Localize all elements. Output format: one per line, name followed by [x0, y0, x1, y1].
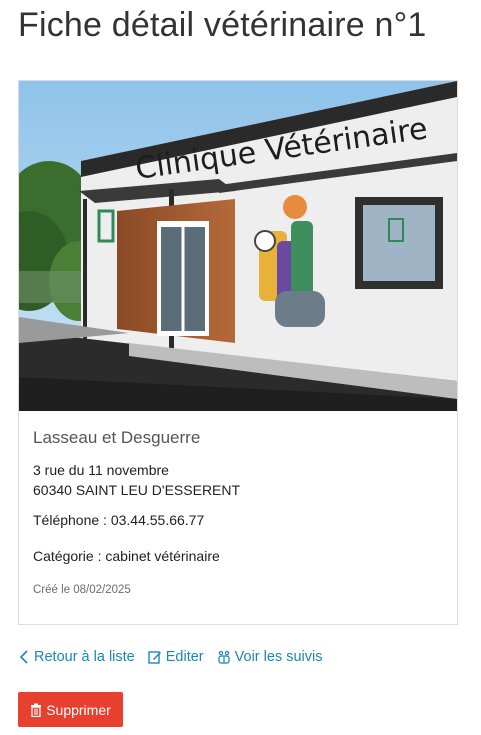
clinic-photo: Clinique Vétérinaire	[19, 81, 457, 411]
delete-label: Supprimer	[46, 701, 111, 718]
trash-icon	[30, 703, 42, 717]
vet-address: 3 rue du 11 novembre 60340 SAINT LEU D'E…	[33, 460, 447, 500]
edit-link[interactable]: Editer	[148, 649, 204, 665]
pets-icon	[217, 650, 231, 664]
view-followups-label: Voir les suivis	[234, 649, 323, 665]
page-title: Fiche détail vétérinaire n°1	[18, 6, 427, 44]
vet-name: Lasseau et Desguerre	[33, 428, 201, 447]
edit-label: Editer	[165, 649, 204, 665]
created-date: Créé le 08/02/2025	[33, 584, 131, 596]
edit-icon	[148, 650, 162, 664]
vet-category: Catégorie : cabinet vétérinaire	[33, 548, 220, 564]
delete-button[interactable]: Supprimer	[18, 692, 123, 727]
vet-card: Clinique Vétérinaire Lasseau et Desguerr…	[18, 80, 458, 625]
back-to-list-link[interactable]: Retour à la liste	[18, 649, 135, 665]
address-line-2: 60340 SAINT LEU D'ESSERENT	[33, 482, 241, 498]
actions-bar: Retour à la liste Editer Voir les suivis	[18, 649, 335, 665]
back-to-list-label: Retour à la liste	[34, 649, 135, 665]
address-line-1: 3 rue du 11 novembre	[33, 462, 169, 478]
vet-details: Lasseau et Desguerre 3 rue du 11 novembr…	[33, 428, 447, 596]
chevron-left-icon	[18, 650, 30, 664]
view-followups-link[interactable]: Voir les suivis	[217, 649, 323, 665]
vet-phone: Téléphone : 03.44.55.66.77	[33, 512, 205, 528]
